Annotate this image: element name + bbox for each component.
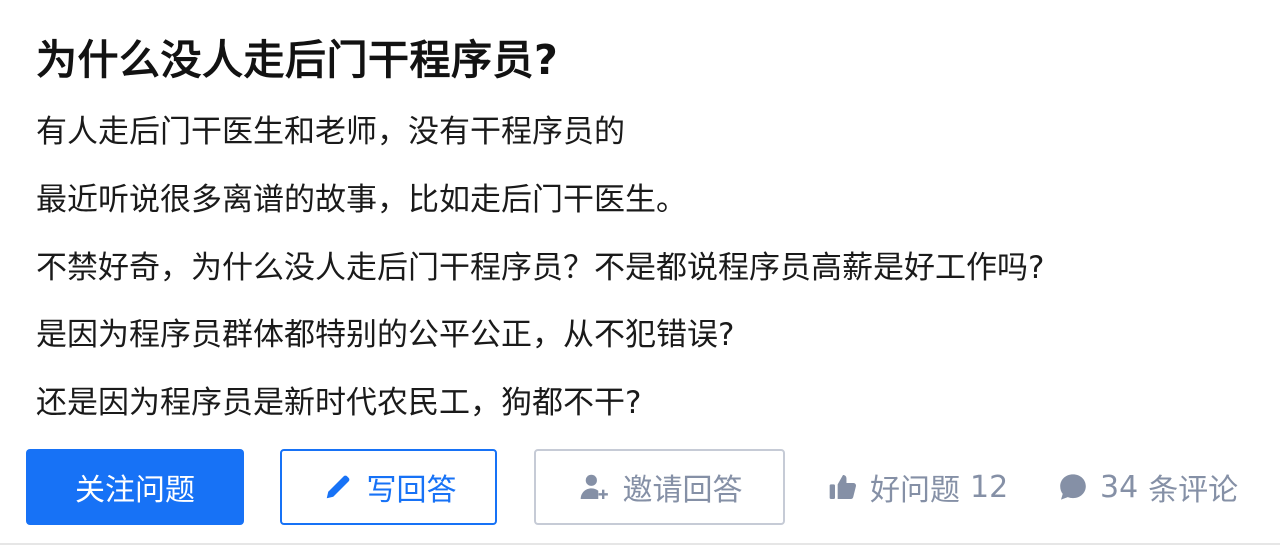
write-answer-label: 写回答 [366,473,457,508]
comment-unit-label: 条评论 [1148,473,1239,508]
follow-question-button[interactable]: 关注问题 [26,449,244,525]
good-question-count: 12 [970,469,1009,505]
add-user-icon [577,470,611,504]
invite-answer-label: 邀请回答 [622,473,743,508]
comment-bubble-icon [1056,470,1090,504]
pencil-icon [321,470,355,504]
comments-button[interactable]: 34 条评论 [1056,462,1238,512]
comment-count: 34 [1100,469,1139,505]
follow-question-label: 关注问题 [75,473,195,508]
good-question-button[interactable]: 好问题 12 [826,462,1008,512]
write-answer-button[interactable]: 写回答 [280,449,497,525]
question-actions: 关注问题 写回答 邀请回答 好问题 12 34 条评论 [0,0,1280,545]
good-question-label: 好问题 [870,473,960,508]
thumbs-up-icon [826,470,860,504]
invite-answer-button[interactable]: 邀请回答 [534,449,785,525]
